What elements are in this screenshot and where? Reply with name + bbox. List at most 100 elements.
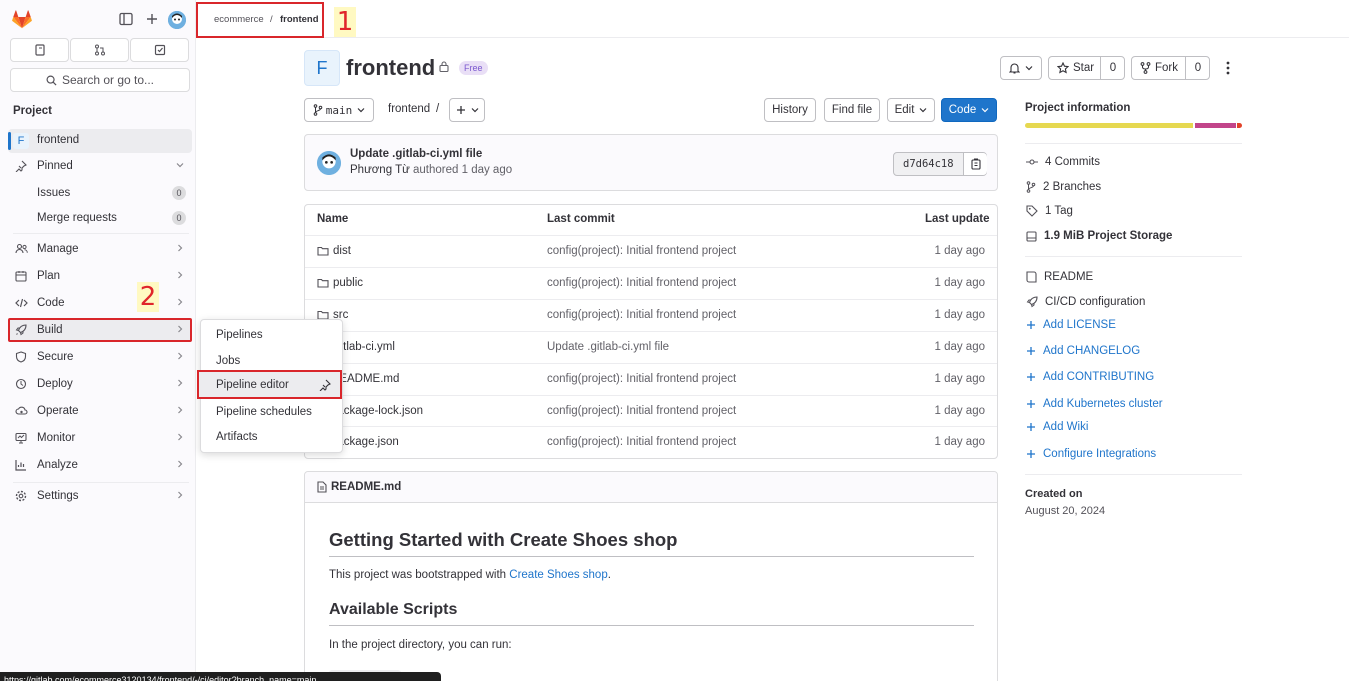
storage-link[interactable]: 1.9 MiB Project Storage: [1026, 230, 1172, 242]
plus-icon: [1027, 400, 1035, 408]
find-file-button[interactable]: Find file: [824, 98, 880, 122]
table-row[interactable]: README.md config(project): Initial front…: [305, 363, 997, 395]
file-last-commit[interactable]: Update .gitlab-ci.yml file: [547, 341, 669, 353]
flyout-item-pipelines[interactable]: Pipelines: [216, 329, 263, 341]
merge-requests-shortcut-button[interactable]: [70, 38, 129, 62]
sidebar-item-label: Code: [37, 297, 65, 309]
flyout-item-artifacts[interactable]: Artifacts: [216, 431, 258, 443]
table-row[interactable]: dist config(project): Initial frontend p…: [305, 235, 997, 267]
avatar[interactable]: [168, 11, 186, 29]
more-actions-icon[interactable]: [1222, 60, 1234, 76]
breadcrumb-group[interactable]: ecommerce: [214, 14, 264, 25]
flyout-item-jobs[interactable]: Jobs: [216, 355, 240, 367]
flyout-item-pipeline-editor[interactable]: Pipeline editor: [197, 370, 342, 399]
repo-path[interactable]: frontend: [388, 103, 430, 115]
readme-filename[interactable]: README.md: [331, 481, 401, 493]
file-last-commit[interactable]: config(project): Initial frontend projec…: [547, 309, 736, 321]
add-license-link[interactable]: Add LICENSE: [1026, 319, 1116, 331]
star-button[interactable]: Star 0: [1048, 56, 1125, 80]
planning-icon: [14, 269, 28, 283]
cicd-config-link[interactable]: CI/CD configuration: [1026, 296, 1145, 308]
sidebar-item-build[interactable]: Build: [8, 318, 192, 342]
flyout-item-pipeline-schedules[interactable]: Pipeline schedules: [216, 406, 312, 418]
language-segment: [1237, 123, 1242, 128]
fork-button[interactable]: Fork 0: [1131, 56, 1210, 80]
history-button[interactable]: History: [764, 98, 816, 122]
add-changelog-link[interactable]: Add CHANGELOG: [1026, 345, 1140, 357]
issues-shortcut-button[interactable]: [10, 38, 69, 62]
table-row[interactable]: src config(project): Initial frontend pr…: [305, 299, 997, 331]
last-commit-card: Update .gitlab-ci.yml file Phương Từ aut…: [304, 134, 998, 191]
commits-link[interactable]: 4 Commits: [1026, 156, 1100, 168]
merge-requests-count-badge: 0: [172, 211, 186, 225]
sidebar-item-analyze[interactable]: Analyze: [8, 453, 192, 477]
breadcrumb-project[interactable]: frontend: [280, 14, 319, 25]
add-contributing-link[interactable]: Add CONTRIBUTING: [1026, 371, 1154, 383]
commit-sha[interactable]: d7d64c18: [903, 158, 954, 170]
fork-count: 0: [1185, 57, 1210, 79]
sidebar-item-manage[interactable]: Manage: [8, 237, 192, 261]
add-wiki-link[interactable]: Add Wiki: [1026, 421, 1088, 433]
file-last-commit[interactable]: config(project): Initial frontend projec…: [547, 277, 736, 289]
sidebar-item-code[interactable]: Code: [8, 291, 192, 315]
notifications-button[interactable]: [1000, 56, 1042, 80]
folder-icon: [317, 246, 329, 256]
plus-icon: [1027, 321, 1035, 329]
sidebar-item-deploy[interactable]: Deploy: [8, 372, 192, 396]
sidebar-item-pinned[interactable]: Pinned: [8, 154, 192, 178]
file-last-commit[interactable]: config(project): Initial frontend projec…: [547, 245, 736, 257]
chevron-right-icon: [176, 406, 184, 414]
branch-selector[interactable]: main: [304, 98, 374, 122]
table-row[interactable]: public config(project): Initial frontend…: [305, 267, 997, 299]
sidebar-toggle-icon[interactable]: [119, 12, 137, 30]
table-row[interactable]: package-lock.json config(project): Initi…: [305, 395, 997, 427]
disk-icon: [1026, 230, 1037, 242]
file-name[interactable]: public: [333, 277, 363, 289]
sidebar-item-merge-requests[interactable]: Merge requests 0: [8, 206, 192, 230]
commit-title[interactable]: Update .gitlab-ci.yml file: [350, 148, 482, 160]
sidebar-item-settings[interactable]: Settings: [8, 484, 192, 508]
copy-sha-button[interactable]: [963, 153, 987, 175]
add-license-label: Add LICENSE: [1043, 319, 1116, 331]
star-count: 0: [1100, 57, 1125, 79]
search-input[interactable]: Search or go to...: [10, 68, 190, 92]
file-last-commit[interactable]: config(project): Initial frontend projec…: [547, 436, 736, 448]
sidebar-item-project[interactable]: F frontend: [8, 129, 192, 153]
commit-author[interactable]: Phương Từ: [350, 164, 410, 176]
chevron-down-icon: [919, 108, 927, 113]
table-row[interactable]: package.json config(project): Initial fr…: [305, 426, 997, 458]
gitlab-logo-icon[interactable]: [12, 10, 32, 29]
sidebar-item-operate[interactable]: Operate: [8, 399, 192, 423]
sidebar-item-secure[interactable]: Secure: [8, 345, 192, 369]
file-name[interactable]: package-lock.json: [331, 405, 423, 417]
plus-icon[interactable]: [145, 12, 163, 30]
thumbtack-icon[interactable]: [319, 379, 331, 391]
add-file-button[interactable]: [449, 98, 485, 122]
sidebar-item-plan[interactable]: Plan: [8, 264, 192, 288]
readme-link-item[interactable]: README: [1026, 271, 1093, 283]
code-dropdown-button[interactable]: Code: [941, 98, 997, 122]
sidebar-item-issues[interactable]: Issues 0: [8, 181, 192, 205]
file-last-commit[interactable]: config(project): Initial frontend projec…: [547, 405, 736, 417]
file-name[interactable]: dist: [333, 245, 351, 257]
add-kubernetes-link[interactable]: Add Kubernetes cluster: [1026, 398, 1163, 410]
tags-link[interactable]: 1 Tag: [1026, 205, 1073, 217]
copy-icon: [970, 158, 981, 170]
commit-meta: authored 1 day ago: [413, 164, 513, 176]
file-last-commit[interactable]: config(project): Initial frontend projec…: [547, 373, 736, 385]
table-row[interactable]: .gitlab-ci.yml Update .gitlab-ci.yml fil…: [305, 331, 997, 363]
commit-author-avatar[interactable]: [317, 151, 341, 175]
file-last-update: 1 day ago: [934, 436, 985, 448]
branches-label: 2 Branches: [1043, 181, 1102, 193]
plus-icon: [456, 106, 465, 114]
todos-shortcut-button[interactable]: [130, 38, 189, 62]
readme-link[interactable]: Create Shoes shop: [509, 569, 607, 581]
branches-link[interactable]: 2 Branches: [1026, 181, 1101, 193]
issues-count-badge: 0: [172, 186, 186, 200]
readme-paragraph-1: This project was bootstrapped with Creat…: [329, 569, 611, 581]
edit-button[interactable]: Edit: [887, 98, 935, 122]
sidebar-item-monitor[interactable]: Monitor: [8, 426, 192, 450]
configure-integrations-link[interactable]: Configure Integrations: [1026, 448, 1156, 460]
rocket-icon: [1026, 296, 1038, 308]
add-kubernetes-label: Add Kubernetes cluster: [1043, 398, 1163, 410]
